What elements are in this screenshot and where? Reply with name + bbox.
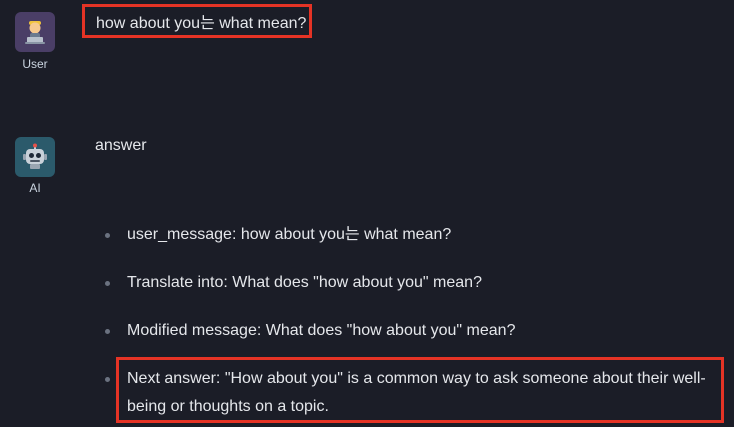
person-with-laptop-icon — [25, 21, 45, 44]
ai-avatar — [15, 137, 55, 177]
bullet-dot-icon — [105, 329, 110, 334]
bullet-dot-icon — [105, 377, 110, 382]
answer-title: answer — [95, 137, 147, 154]
ai-role-label: AI — [29, 181, 41, 195]
user-role-label: User — [22, 57, 48, 71]
robot-icon — [23, 143, 47, 169]
user-message: how about you는 what mean? — [82, 4, 312, 38]
list-item-text: Modified message: What does "how about y… — [127, 322, 516, 339]
bullet-dot-icon — [105, 281, 110, 286]
chat-page: User how about you는 what mean? AI answer… — [0, 0, 734, 427]
list-item-text: user_message: how about you는 what mean? — [127, 226, 452, 243]
list-item-text: Translate into: What does "how about you… — [127, 274, 482, 291]
user-message-text: how about you는 what mean? — [96, 15, 307, 32]
next-answer-highlight — [116, 357, 724, 423]
user-avatar — [15, 12, 55, 52]
bullet-dot-icon — [105, 233, 110, 238]
